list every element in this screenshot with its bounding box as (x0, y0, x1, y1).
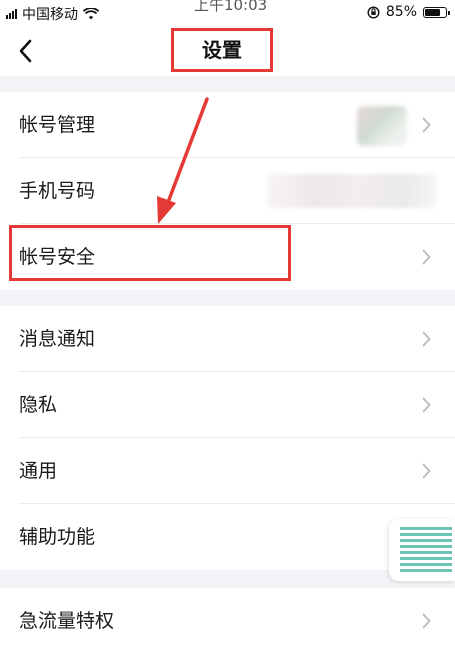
chevron-right-icon (422, 117, 431, 133)
battery-percent: 85% (385, 4, 417, 20)
orientation-lock-icon (367, 5, 380, 19)
wifi-icon (83, 8, 99, 20)
chevron-right-icon (422, 613, 431, 629)
blurred-phone-value (267, 174, 437, 208)
status-bar: 中国移动 上午10:03 85% (0, 0, 455, 26)
chevron-right-icon (422, 397, 431, 413)
status-left: 中国移动 (6, 4, 99, 24)
floating-assistant-button[interactable] (389, 519, 455, 581)
chevron-right-icon (422, 331, 431, 347)
settings-row-notifications[interactable]: 消息通知 (0, 306, 455, 372)
nav-bar: 设置 (0, 26, 455, 76)
settings-row-general[interactable]: 通用 (0, 438, 455, 504)
status-time: 上午10:03 (194, 0, 268, 14)
row-label: 通用 (19, 460, 58, 482)
settings-row-data-privilege[interactable]: 急流量特权 (0, 588, 455, 654)
row-label: 急流量特权 (19, 610, 115, 632)
settings-group-general: 消息通知 隐私 通用 辅助功能 (0, 306, 455, 570)
chevron-right-icon (422, 463, 431, 479)
settings-row-phone-number[interactable]: 手机号码 (0, 158, 455, 224)
settings-row-privacy[interactable]: 隐私 (0, 372, 455, 438)
chevron-left-icon[interactable] (14, 37, 38, 65)
settings-group-data: 急流量特权 (0, 588, 455, 654)
row-label: 辅助功能 (19, 526, 96, 548)
row-label: 隐私 (19, 394, 58, 416)
annotation-highlight-box (9, 225, 291, 281)
row-label: 消息通知 (19, 328, 96, 350)
chevron-right-icon (422, 249, 431, 265)
page-title: 设置 (171, 28, 273, 72)
settings-row-account-management[interactable]: 帐号管理 (0, 92, 455, 158)
blurred-avatar (357, 106, 407, 146)
assistant-icon (400, 527, 452, 573)
settings-row-accessibility[interactable]: 辅助功能 (0, 504, 455, 570)
carrier-name: 中国移动 (22, 7, 78, 23)
status-right: 85% (367, 4, 450, 20)
battery-icon (423, 6, 450, 18)
row-label: 手机号码 (19, 180, 96, 202)
signal-icon (6, 9, 17, 19)
row-label: 帐号管理 (19, 114, 96, 136)
